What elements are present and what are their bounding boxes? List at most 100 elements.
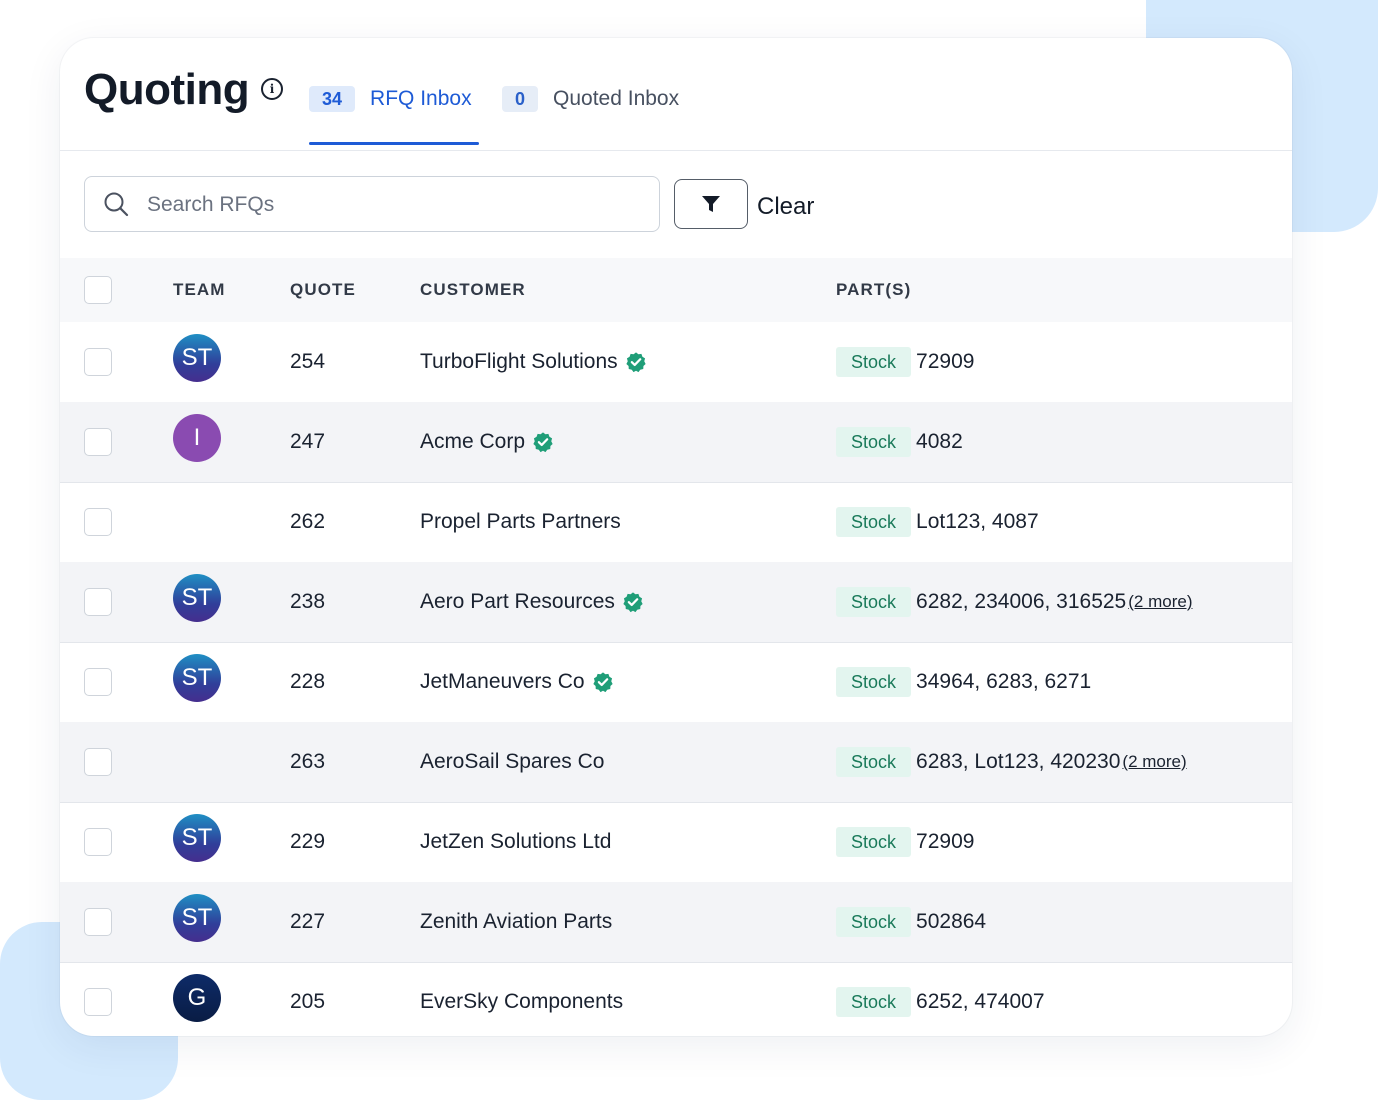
table-row[interactable]: ST 238 Aero Part Resources Stock 6282, 23400…: [60, 562, 1292, 643]
row-checkbox[interactable]: [84, 348, 112, 376]
part-numbers: 34964, 6283, 6271: [916, 670, 1092, 693]
row-checkbox[interactable]: [84, 588, 112, 616]
customer-name: EverSky Components: [420, 990, 624, 1013]
customer-cell[interactable]: Zenith Aviation Parts: [420, 910, 612, 934]
table-row[interactable]: 263 AeroSail Spares Co Stock 6283, Lot123, …: [60, 722, 1292, 803]
team-avatar: ST: [173, 654, 221, 702]
verified-badge-icon: [592, 671, 614, 693]
clear-button[interactable]: Clear: [757, 193, 814, 221]
quote-number[interactable]: 247: [290, 430, 325, 454]
parts-cell: Stock 34964, 6283, 6271: [836, 667, 1091, 697]
customer-name: Aero Part Resources: [420, 590, 615, 613]
column-header-customer[interactable]: CUSTOMER: [420, 280, 526, 300]
customer-name: JetZen Solutions Ltd: [420, 830, 612, 853]
customer-cell[interactable]: JetManeuvers Co: [420, 670, 614, 694]
quote-number[interactable]: 228: [290, 670, 325, 694]
active-tab-indicator: [309, 142, 479, 145]
table-row[interactable]: ST 228 JetManeuvers Co Stock 34964, 6283, 62…: [60, 642, 1292, 723]
part-numbers: 6283, Lot123, 420230: [916, 750, 1121, 773]
row-checkbox[interactable]: [84, 908, 112, 936]
customer-name: Acme Corp: [420, 430, 526, 453]
customer-cell[interactable]: Propel Parts Partners: [420, 510, 621, 534]
quote-number[interactable]: 205: [290, 990, 325, 1014]
part-numbers: 6252, 474007: [916, 990, 1045, 1013]
team-avatar: ST: [173, 894, 221, 942]
column-header-team[interactable]: TEAM: [173, 280, 226, 300]
customer-cell[interactable]: Aero Part Resources: [420, 590, 644, 614]
parts-cell: Stock 502864: [836, 907, 986, 937]
quote-number[interactable]: 254: [290, 350, 325, 374]
row-checkbox[interactable]: [84, 668, 112, 696]
stock-tag: Stock: [836, 747, 912, 777]
row-checkbox[interactable]: [84, 428, 112, 456]
customer-name: Zenith Aviation Parts: [420, 910, 613, 933]
customer-name: Propel Parts Partners: [420, 510, 621, 533]
customer-cell[interactable]: TurboFlight Solutions: [420, 350, 647, 374]
part-numbers: 72909: [916, 830, 975, 853]
stock-tag: Stock: [836, 987, 912, 1017]
parts-cell: Stock 6283, Lot123, 420230 (2 more): [836, 747, 1187, 777]
page-header: Quoting i 34 RFQ Inbox 0 Quoted Inbox: [60, 38, 1292, 151]
parts-cell: Stock 6252, 474007: [836, 987, 1045, 1017]
table-row[interactable]: ST 254 TurboFlight Solutions Stock 72909: [60, 322, 1292, 403]
stock-tag: Stock: [836, 827, 912, 857]
verified-badge-icon: [625, 351, 647, 373]
row-checkbox[interactable]: [84, 748, 112, 776]
quote-number[interactable]: 263: [290, 750, 325, 774]
stock-tag: Stock: [836, 907, 912, 937]
parts-cell: Stock 72909: [836, 347, 974, 377]
search-icon: [104, 192, 129, 217]
parts-cell: Stock Lot123, 4087: [836, 507, 1039, 537]
quote-number[interactable]: 229: [290, 830, 325, 854]
customer-name: AeroSail Spares Co: [420, 750, 605, 773]
quote-number[interactable]: 227: [290, 910, 325, 934]
tab-label: Quoted Inbox: [553, 87, 680, 110]
more-parts-link[interactable]: (2 more): [1122, 752, 1186, 772]
row-checkbox[interactable]: [84, 828, 112, 856]
customer-name: JetManeuvers Co: [420, 670, 585, 693]
tab-quoted-inbox[interactable]: 0 Quoted Inbox: [502, 84, 679, 114]
filter-button[interactable]: [674, 179, 748, 229]
part-numbers: 6282, 234006, 316525: [916, 590, 1127, 613]
team-avatar: ST: [173, 814, 221, 862]
team-avatar: ST: [173, 574, 221, 622]
stock-tag: Stock: [836, 347, 912, 377]
part-numbers: 4082: [916, 430, 963, 453]
quote-number[interactable]: 262: [290, 510, 325, 534]
stock-tag: Stock: [836, 427, 912, 457]
part-numbers: Lot123, 4087: [916, 510, 1039, 533]
column-header-quote[interactable]: QUOTE: [290, 280, 356, 300]
table-row[interactable]: ST 227 Zenith Aviation Parts Stock 502864: [60, 882, 1292, 963]
customer-cell[interactable]: EverSky Components: [420, 990, 623, 1014]
table-row[interactable]: 262 Propel Parts Partners Stock Lot123, 408…: [60, 482, 1292, 563]
page-title: Quoting: [84, 65, 250, 114]
more-parts-link[interactable]: (2 more): [1128, 592, 1192, 612]
table-row[interactable]: G 205 EverSky Components Stock 6252, 474007: [60, 962, 1292, 1036]
customer-name: TurboFlight Solutions: [420, 350, 618, 373]
team-avatar: ST: [173, 334, 221, 382]
table-row[interactable]: I 247 Acme Corp Stock 4082: [60, 402, 1292, 483]
column-header-parts[interactable]: PART(S): [836, 280, 911, 300]
row-checkbox[interactable]: [84, 508, 112, 536]
stock-tag: Stock: [836, 587, 912, 617]
search-box: [84, 176, 660, 233]
team-avatar: G: [173, 974, 221, 1022]
parts-cell: Stock 6282, 234006, 316525 (2 more): [836, 587, 1192, 617]
stock-tag: Stock: [836, 667, 912, 697]
table-row[interactable]: ST 229 JetZen Solutions Ltd Stock 72909: [60, 802, 1292, 883]
parts-cell: Stock 4082: [836, 427, 963, 457]
customer-cell[interactable]: Acme Corp: [420, 430, 554, 454]
search-input[interactable]: [145, 177, 649, 233]
tab-rfq-inbox[interactable]: 34 RFQ Inbox: [309, 84, 472, 114]
select-all-checkbox[interactable]: [84, 276, 112, 304]
customer-cell[interactable]: JetZen Solutions Ltd: [420, 830, 611, 854]
tab-count-badge: 34: [309, 86, 356, 112]
parts-cell: Stock 72909: [836, 827, 974, 857]
quote-number[interactable]: 238: [290, 590, 325, 614]
tab-count-badge: 0: [502, 86, 539, 112]
quoting-card: Quoting i 34 RFQ Inbox 0 Quoted Inbox Cl…: [60, 38, 1292, 1036]
info-icon[interactable]: i: [261, 78, 283, 100]
part-numbers: 502864: [916, 910, 987, 933]
row-checkbox[interactable]: [84, 988, 112, 1016]
customer-cell[interactable]: AeroSail Spares Co: [420, 750, 604, 774]
